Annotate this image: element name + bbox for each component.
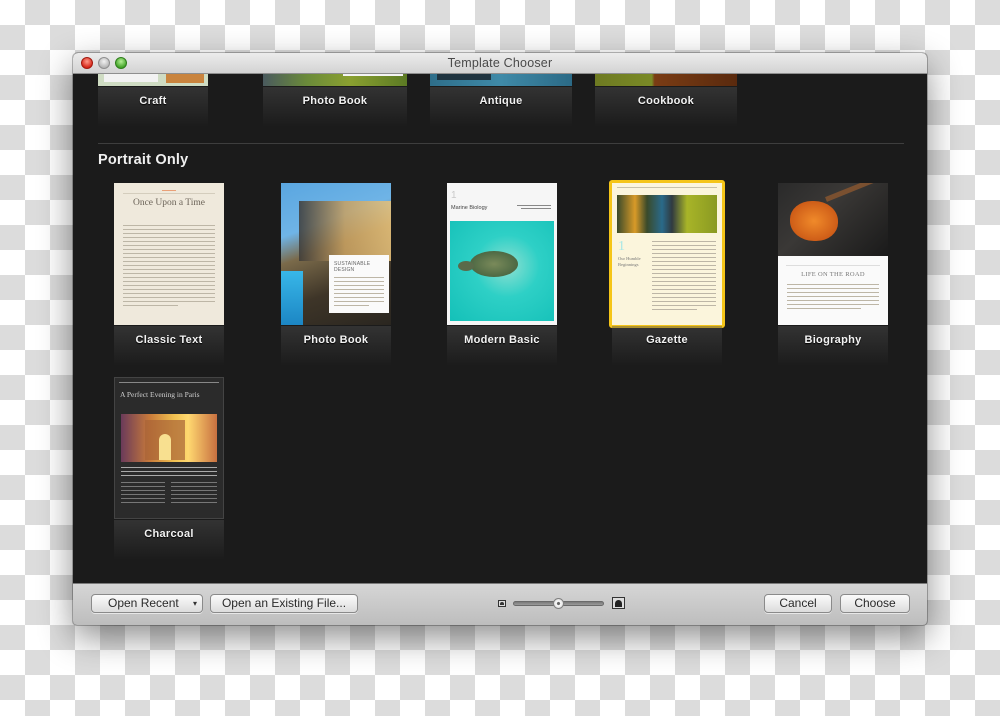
thumbnail-heading: A Perfect Evening in Paris <box>120 390 200 399</box>
section-title: Portrait Only <box>98 152 189 168</box>
template-label: Antique <box>479 95 523 107</box>
guitar-image <box>778 183 888 256</box>
template-thumbnail <box>430 74 572 86</box>
thumbnail-heading: Once Upon a Time <box>132 198 206 208</box>
thumbnail-heading: Our Humble Beginnings <box>618 256 641 267</box>
arc-de-triomphe-image <box>121 414 217 462</box>
footer-toolbar: Open Recent ▾ Open an Existing File... C… <box>73 583 927 625</box>
template-thumbnail: SUSTAINABLE DESIGN <box>281 183 391 325</box>
thumbnail-reflection <box>778 326 888 366</box>
slider-knob[interactable] <box>553 598 564 609</box>
template-thumbnail: Once Upon a Time <box>114 183 224 325</box>
cancel-button[interactable]: Cancel <box>764 594 832 613</box>
template-label: Photo Book <box>302 95 368 107</box>
zoom-window-button[interactable] <box>115 57 127 69</box>
template-thumbnail-selected: 1 Our Humble Beginnings <box>609 180 725 328</box>
section-divider <box>98 143 904 144</box>
window-title: Template Chooser <box>447 56 553 70</box>
thumbnail-reflection <box>430 87 572 127</box>
thumbnail-reflection <box>263 87 407 127</box>
template-label: Photo Book <box>303 334 369 346</box>
template-thumbnail <box>263 74 407 86</box>
template-thumbnail: 1 Marine Biology <box>447 183 557 325</box>
thumbnail-reflection <box>98 87 208 127</box>
open-existing-file-button[interactable]: Open an Existing File... <box>210 594 358 613</box>
template-thumbnail <box>98 74 208 86</box>
sea-turtle-image <box>450 221 554 321</box>
open-recent-label: Open Recent <box>108 596 179 610</box>
houses-illustration <box>617 195 717 233</box>
template-label: Modern Basic <box>464 334 540 346</box>
template-gallery[interactable]: Craft Photo Book Antique Cookbook Portra… <box>73 74 927 583</box>
thumbnail-reflection <box>447 326 557 366</box>
thumbnail-number: 1 <box>618 239 625 254</box>
template-label: Biography <box>804 334 862 346</box>
minimize-window-button[interactable] <box>98 57 110 69</box>
template-label: Charcoal <box>144 528 194 540</box>
thumbnail-heading: SUSTAINABLE DESIGN <box>334 261 371 273</box>
close-window-button[interactable] <box>81 57 93 69</box>
thumbnail-reflection <box>612 326 722 366</box>
template-thumbnail: A Perfect Evening in Paris <box>114 377 224 519</box>
chevron-down-icon: ▾ <box>192 599 197 608</box>
choose-button[interactable]: Choose <box>840 594 910 613</box>
thumbnail-number: 1 <box>451 190 457 201</box>
thumbnail-reflection <box>595 87 737 127</box>
thumbnail-reflection <box>281 326 391 366</box>
template-chooser-window: Template Chooser Craft Photo Book Antiqu… <box>73 53 927 625</box>
template-label: Cookbook <box>637 95 695 107</box>
thumbnail-reflection <box>114 520 224 560</box>
thumbnail-reflection <box>114 326 224 366</box>
template-label: Classic Text <box>135 334 203 346</box>
template-thumbnail <box>595 74 737 86</box>
template-thumbnail: LIFE ON THE ROAD <box>778 183 888 325</box>
thumbnail-heading: LIFE ON THE ROAD <box>801 271 865 278</box>
open-recent-button[interactable]: Open Recent ▾ <box>91 594 203 613</box>
large-thumbnail-icon[interactable] <box>612 597 625 609</box>
template-label: Gazette <box>646 334 688 346</box>
thumbnail-heading: Marine Biology <box>451 205 488 211</box>
small-thumbnail-icon[interactable] <box>498 600 506 607</box>
template-label: Craft <box>139 95 167 107</box>
title-bar[interactable]: Template Chooser <box>73 53 927 74</box>
